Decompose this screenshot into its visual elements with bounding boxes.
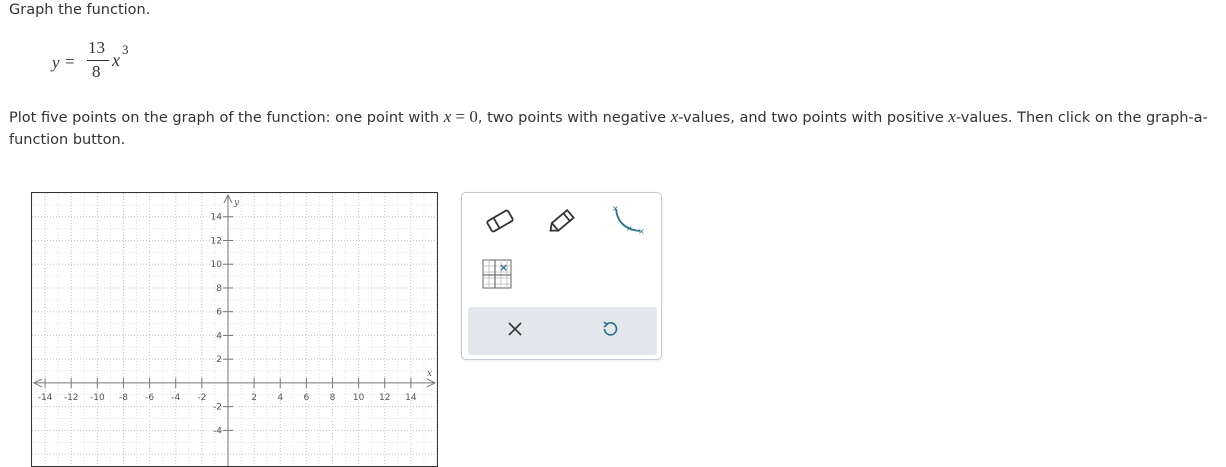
function-equation: y = 13 8 x 3 [52, 38, 172, 88]
graph-a-function-button[interactable]: × × × [604, 203, 648, 239]
instruction-part2: , two points with negative [477, 110, 671, 126]
instruction-text: Plot five points on the graph of the fun… [9, 106, 1214, 151]
fraction-denominator: 8 [92, 62, 101, 81]
y-tick-label: 4 [216, 331, 222, 341]
point-tool-button[interactable]: × [481, 259, 513, 293]
y-tick-label: 10 [211, 260, 223, 270]
svg-text:×: × [499, 261, 508, 274]
svg-text:×: × [612, 204, 619, 213]
y-tick-label: 12 [211, 236, 222, 246]
y-tick-label: -4 [213, 426, 222, 436]
y-tick-label: 14 [211, 213, 223, 223]
svg-text:×: × [638, 227, 645, 235]
svg-text:×: × [626, 224, 633, 233]
x-tick-label: 12 [379, 393, 390, 403]
y-tick-label: 2 [216, 355, 222, 365]
graphing-toolbox: × × × × [461, 192, 662, 360]
x-tick-label: -6 [145, 393, 154, 403]
prompt-text: Graph the function. [9, 2, 151, 18]
undo-button[interactable] [563, 307, 657, 355]
eraser-tool-button[interactable] [480, 207, 520, 239]
x-axis-label: x [427, 369, 432, 379]
eraser-icon [483, 207, 517, 239]
instruction-cond: = 0 [451, 107, 478, 126]
x-tick-label: -2 [197, 393, 206, 403]
coordinate-graph[interactable]: -14 -12 -10 -8 -6 -4 -2 2 4 6 8 10 12 14 14 12 10 8 6 4 2 -2 -… [31, 192, 438, 467]
x-tick-label: -12 [64, 393, 79, 403]
instruction-part1: Plot five points on the graph of the fun… [9, 110, 444, 126]
x-tick-label: 10 [353, 393, 365, 403]
equation-equals: = [65, 52, 75, 71]
graph-a-function-icon: × × × [606, 203, 646, 239]
x-tick-label: 8 [330, 393, 336, 403]
instruction-pos-var: x [948, 107, 956, 126]
x-tick-label: -4 [171, 393, 180, 403]
x-tick-label: -10 [90, 393, 105, 403]
action-bar [468, 307, 657, 355]
x-tick-label: 14 [405, 393, 417, 403]
y-tick-label: 6 [216, 308, 222, 318]
y-tick-label: -2 [213, 403, 222, 413]
clear-button[interactable] [468, 307, 562, 355]
fraction-bar [87, 60, 109, 61]
fraction-numerator: 13 [88, 38, 105, 57]
x-tick-label: -14 [38, 393, 53, 403]
equation-variable: x [112, 50, 120, 70]
graph-canvas[interactable]: -14 -12 -10 -8 -6 -4 -2 2 4 6 8 10 12 14 14 12 10 8 6 4 2 -2 -… [32, 193, 437, 466]
undo-icon [601, 320, 619, 342]
equation-lhs: y [52, 53, 60, 72]
instruction-part3: -values, and two points with positive [678, 110, 949, 126]
clear-x-icon [507, 321, 523, 341]
pencil-icon [545, 207, 579, 239]
x-tick-label: -8 [119, 393, 128, 403]
x-tick-label: 6 [303, 393, 309, 403]
y-tick-label: 8 [216, 284, 222, 294]
point-on-grid-icon: × [482, 259, 512, 293]
x-tick-label: 4 [277, 393, 283, 403]
x-tick-label: 2 [251, 393, 257, 403]
y-axis-label: y [233, 198, 240, 208]
equation-exponent: 3 [122, 42, 129, 57]
pencil-tool-button[interactable] [542, 207, 582, 239]
